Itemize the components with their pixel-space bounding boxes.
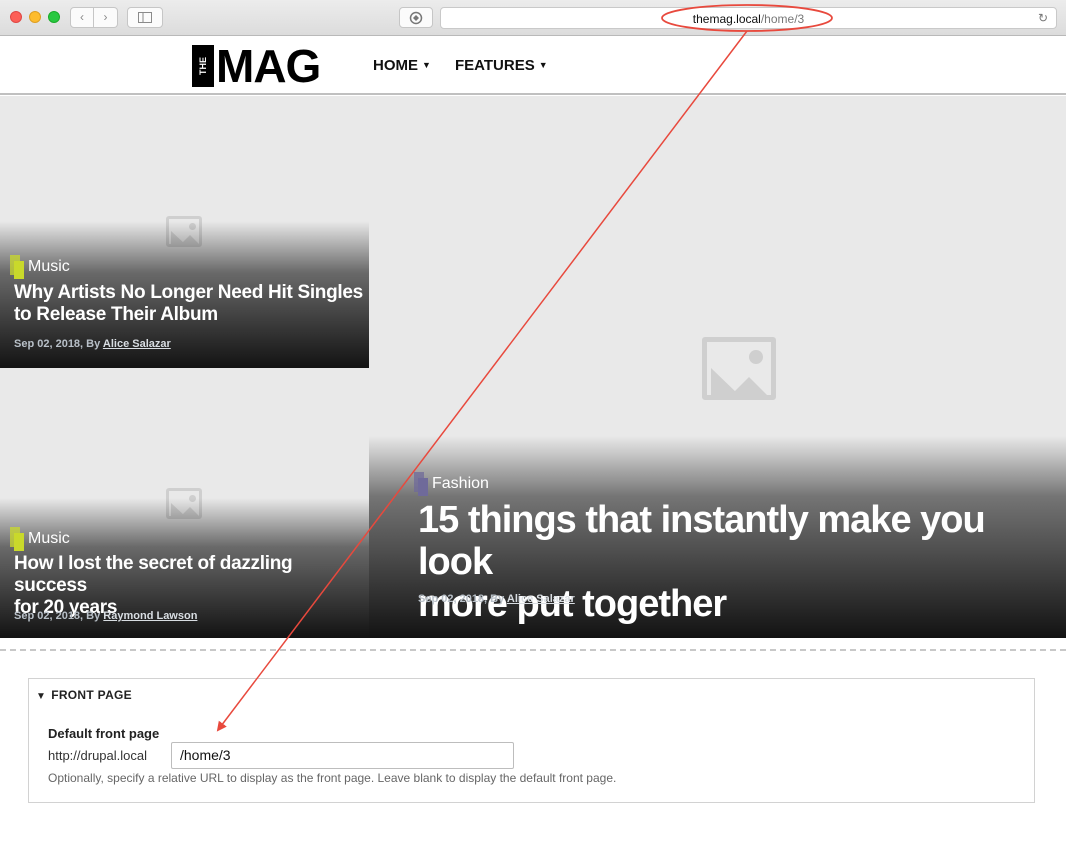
extension-icon	[409, 11, 423, 25]
category-label[interactable]: Fashion	[414, 472, 489, 496]
nav-home[interactable]: HOME ▼	[373, 57, 431, 74]
url-host: themag.local	[692, 12, 761, 26]
caret-down-icon: ▼	[422, 60, 431, 70]
article-card[interactable]: Music Why Artists No Longer Need Hit Sin…	[0, 96, 369, 368]
nav-features[interactable]: FEATURES ▼	[455, 57, 548, 74]
article-title-line: to Release Their Album	[14, 304, 218, 325]
screenshot: ‹ › themag.local/home/3 ↻ THE MAG HOME ▼ …	[0, 0, 1066, 843]
fieldset-title: FRONT PAGE	[51, 688, 132, 702]
reload-icon[interactable]: ↻	[1038, 11, 1048, 25]
article-meta: Sep 02, 2018, By Alice Salazar	[14, 338, 171, 350]
author-link[interactable]: Raymond Lawson	[103, 610, 197, 622]
minimize-window-button[interactable]	[29, 11, 41, 23]
triangle-down-icon: ▼	[36, 691, 47, 702]
extension-button[interactable]	[399, 7, 433, 28]
article-date: Sep 02, 2018, By	[418, 593, 505, 605]
back-button[interactable]: ‹	[70, 7, 94, 28]
category-text: Fashion	[432, 475, 489, 492]
article-meta: Sep 02, 2018, By Raymond Lawson	[14, 610, 197, 622]
field-label: Default front page	[48, 726, 160, 741]
author-link[interactable]: Alice Salazar	[103, 338, 171, 350]
forward-button[interactable]: ›	[94, 7, 118, 28]
address-text: themag.local/home/3	[441, 12, 1056, 26]
article-title-line: Why Artists No Longer Need Hit Singles	[14, 282, 363, 303]
article-date: Sep 02, 2018, By	[14, 338, 101, 350]
site-header: THE MAG HOME ▼ FEATURES ▼	[0, 37, 1066, 95]
article-card[interactable]: Music How I lost the secret of dazzling …	[0, 368, 369, 638]
chevron-left-icon: ‹	[80, 10, 84, 24]
fieldset-legend[interactable]: ▼ FRONT PAGE	[36, 688, 132, 702]
close-window-button[interactable]	[10, 11, 22, 23]
category-label[interactable]: Music	[10, 255, 70, 279]
article-title-line: How I lost the secret of dazzling succes…	[14, 553, 293, 596]
front-page-input[interactable]: /home/3	[171, 742, 514, 769]
article-title[interactable]: Why Artists No Longer Need Hit Singles t…	[14, 282, 363, 326]
article-card-featured[interactable]: Fashion 15 things that instantly make yo…	[369, 96, 1066, 638]
field-prefix: http://drupal.local	[48, 748, 148, 763]
category-text: Music	[28, 530, 70, 547]
logo-mag-text: MAG	[216, 40, 321, 92]
article-meta: Sep 02, 2018, By Alice Salazar	[418, 593, 575, 605]
chevron-right-icon: ›	[103, 10, 108, 24]
sidebar-icon	[138, 12, 152, 23]
category-text: Music	[28, 258, 70, 275]
author-link[interactable]: Alice Salazar	[507, 593, 575, 605]
screenshot-divider	[0, 649, 1066, 651]
article-title-line: 15 things that instantly make you look	[418, 499, 986, 583]
article-title[interactable]: 15 things that instantly make you look m…	[418, 499, 1066, 625]
nav-home-label: HOME	[373, 57, 418, 74]
browser-toolbar: ‹ › themag.local/home/3 ↻	[0, 0, 1066, 36]
logo-the-text: THE	[192, 45, 214, 87]
front-page-fieldset: ▼ FRONT PAGE Default front page http://dr…	[28, 678, 1035, 803]
article-date: Sep 02, 2018, By	[14, 610, 101, 622]
url-path: /home/3	[760, 12, 805, 26]
zoom-window-button[interactable]	[48, 11, 60, 23]
hero-grid: Music Why Artists No Longer Need Hit Sin…	[0, 96, 1066, 638]
field-description: Optionally, specify a relative URL to di…	[48, 771, 617, 785]
sidebar-toggle-button[interactable]	[127, 7, 163, 28]
address-bar[interactable]: themag.local/home/3 ↻	[440, 7, 1057, 29]
nav-features-label: FEATURES	[455, 57, 535, 74]
image-placeholder-icon	[702, 337, 776, 400]
caret-down-icon: ▼	[538, 60, 548, 70]
category-label[interactable]: Music	[10, 527, 70, 551]
